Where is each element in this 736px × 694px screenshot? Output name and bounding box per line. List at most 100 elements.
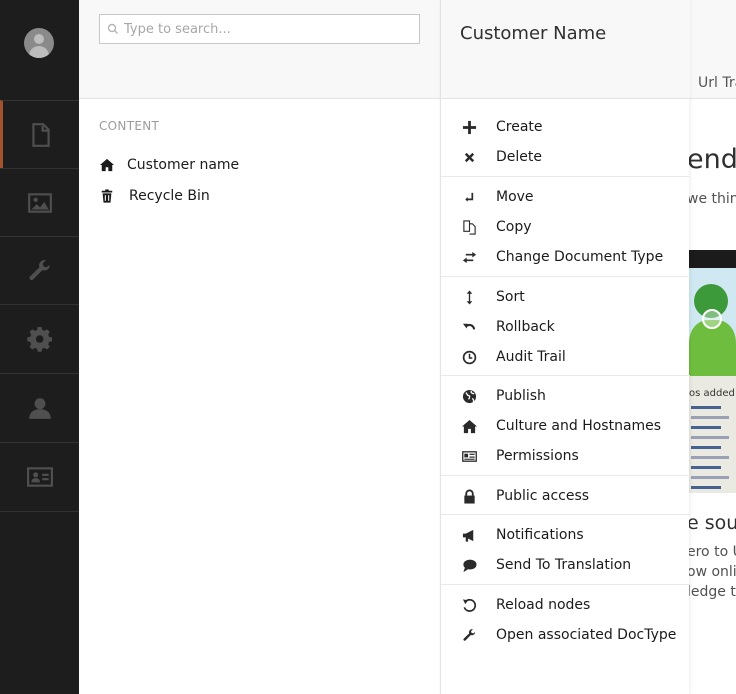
tree-node-recycle-bin[interactable]: Recycle Bin xyxy=(99,188,210,204)
dashboard-text-line: ow onli xyxy=(689,564,736,580)
video-text-lines xyxy=(691,406,733,493)
clock-icon xyxy=(459,347,479,367)
dashboard-text-line: ledge to xyxy=(689,584,736,600)
search-icon xyxy=(102,18,124,40)
menu-item-label: Reload nodes xyxy=(496,597,591,613)
actions-menu-panel: Customer Name Create Delete Move Copy Ch… xyxy=(440,0,690,694)
menu-item-send-to-translation[interactable]: Send To Translation xyxy=(441,550,690,580)
plus-icon xyxy=(459,117,479,137)
exchange-icon xyxy=(459,247,479,267)
menu-item-label: Delete xyxy=(496,149,542,165)
menu-group: Move Copy Change Document Type xyxy=(441,176,690,272)
menu-item-move[interactable]: Move xyxy=(441,182,690,212)
user-icon xyxy=(28,397,51,419)
menu-item-public-access[interactable]: Public access xyxy=(441,481,690,511)
sidebar-item-media[interactable] xyxy=(0,168,79,236)
dashboard-subtext: we thin xyxy=(689,191,736,207)
search-input[interactable] xyxy=(124,21,404,37)
x-icon xyxy=(459,147,479,167)
tree-node-customer-name[interactable]: Customer name xyxy=(99,157,239,173)
editor-panel: Url Tra endly we thin os added e sour er… xyxy=(689,0,736,694)
reload-icon xyxy=(459,595,479,615)
document-icon xyxy=(32,122,50,147)
globe-icon xyxy=(459,386,479,406)
sidebar-item-developer[interactable] xyxy=(0,304,79,372)
tree-header xyxy=(79,0,440,99)
menu-item-culture-and-hostnames[interactable]: Culture and Hostnames xyxy=(441,411,690,441)
avatar-body xyxy=(29,46,49,58)
gear-icon xyxy=(26,326,52,352)
avatar-head xyxy=(34,34,44,44)
megaphone-icon xyxy=(459,525,479,545)
sidebar-divider xyxy=(0,511,79,512)
app-sidebar xyxy=(0,0,79,694)
home-icon xyxy=(459,416,479,436)
menu-item-label: Publish xyxy=(496,388,546,404)
sort-icon xyxy=(459,287,479,307)
menu-item-label: Copy xyxy=(496,219,532,235)
play-icon[interactable] xyxy=(702,309,722,329)
image-icon xyxy=(27,192,52,213)
menu-item-permissions[interactable]: Permissions xyxy=(441,441,690,471)
menu-item-reload-nodes[interactable]: Reload nodes xyxy=(441,590,690,620)
menu-item-create[interactable]: Create xyxy=(441,112,690,142)
menu-item-open-associated-doctype[interactable]: Open associated DocType xyxy=(441,620,690,650)
menu-group: Public access xyxy=(441,475,690,511)
menu-group: Reload nodes Open associated DocType xyxy=(441,584,690,650)
menu-item-label: Move xyxy=(496,189,534,205)
video-caption: os added xyxy=(689,388,735,399)
permissions-card-icon xyxy=(459,446,479,466)
content-tree-panel: CONTENT Customer name Recycle Bin xyxy=(79,0,440,694)
section-title: CONTENT xyxy=(99,119,160,133)
speech-bubble-icon xyxy=(459,555,479,575)
tree-node-label: Customer name xyxy=(127,157,240,173)
wrench-icon xyxy=(28,259,50,280)
menu-item-audit-trail[interactable]: Audit Trail xyxy=(441,342,690,372)
sidebar-item-content[interactable] xyxy=(0,100,79,168)
menu-item-label: Create xyxy=(496,119,543,135)
menu-item-label: Audit Trail xyxy=(496,349,566,365)
trash-icon xyxy=(99,188,115,204)
video-thumbnail[interactable]: os added xyxy=(689,250,736,493)
video-top-strip xyxy=(689,250,736,268)
menu-item-sort[interactable]: Sort xyxy=(441,282,690,312)
menu-group: Notifications Send To Translation xyxy=(441,514,690,580)
menu-item-label: Notifications xyxy=(496,527,584,543)
menu-item-rollback[interactable]: Rollback xyxy=(441,312,690,342)
dashboard-heading: endly xyxy=(689,144,736,175)
tab-url-tracker[interactable]: Url Tra xyxy=(698,75,736,91)
menu-group: Publish Culture and Hostnames Permission… xyxy=(441,375,690,471)
avatar[interactable] xyxy=(24,28,54,58)
menu-group: Sort Rollback Audit Trail xyxy=(441,276,690,372)
menu-item-publish[interactable]: Publish xyxy=(441,381,690,411)
sidebar-item-members[interactable] xyxy=(0,442,79,510)
menu-header: Customer Name xyxy=(441,0,690,99)
search-box[interactable] xyxy=(99,14,420,44)
menu-item-change-document-type[interactable]: Change Document Type xyxy=(441,242,690,272)
sidebar-item-settings[interactable] xyxy=(0,236,79,304)
menu-item-label: Public access xyxy=(496,488,590,504)
menu-item-copy[interactable]: Copy xyxy=(441,212,690,242)
home-icon xyxy=(99,157,115,173)
menu-item-label: Change Document Type xyxy=(496,249,664,265)
sidebar-item-users[interactable] xyxy=(0,373,79,441)
menu-item-label: Culture and Hostnames xyxy=(496,418,662,434)
menu-item-label: Open associated DocType xyxy=(496,627,677,643)
menu-item-label: Rollback xyxy=(496,319,555,335)
move-icon xyxy=(459,187,479,207)
tree-node-label: Recycle Bin xyxy=(129,188,210,204)
menu-title: Customer Name xyxy=(460,23,607,44)
wrench-icon xyxy=(459,625,479,645)
menu-item-notifications[interactable]: Notifications xyxy=(441,520,690,550)
editor-header: Url Tra xyxy=(689,0,736,99)
undo-icon xyxy=(459,317,479,337)
menu-item-delete[interactable]: Delete xyxy=(441,142,690,172)
dashboard-heading-2: e sour xyxy=(689,512,736,534)
dashboard-text-line: ero to U xyxy=(689,544,736,560)
menu-item-label: Send To Translation xyxy=(496,557,632,573)
lock-icon xyxy=(459,486,479,506)
copy-icon xyxy=(459,217,479,237)
menu-item-label: Sort xyxy=(496,289,525,305)
menu-item-label: Permissions xyxy=(496,448,579,464)
id-card-icon xyxy=(26,466,53,487)
